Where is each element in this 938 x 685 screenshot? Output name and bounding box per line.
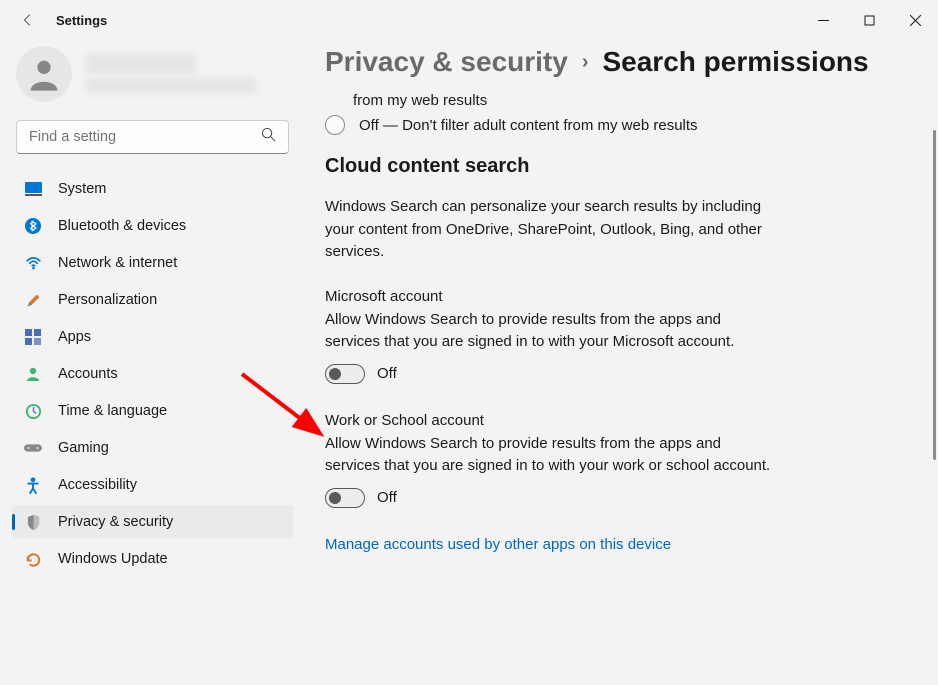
sidebar-item-system[interactable]: System bbox=[12, 172, 293, 206]
nav-label: Privacy & security bbox=[58, 514, 173, 530]
sidebar-item-accounts[interactable]: Accounts bbox=[12, 357, 293, 391]
nav-label: Personalization bbox=[58, 292, 157, 308]
bluetooth-icon bbox=[24, 217, 42, 235]
sidebar-item-accessibility[interactable]: Accessibility bbox=[12, 468, 293, 502]
ms-account-desc: Allow Windows Search to provide results … bbox=[325, 309, 775, 354]
wifi-icon bbox=[24, 254, 42, 272]
app-title: Settings bbox=[56, 13, 107, 28]
manage-accounts-link[interactable]: Manage accounts used by other apps on th… bbox=[325, 536, 898, 553]
sidebar-item-time[interactable]: Time & language bbox=[12, 394, 293, 428]
ws-account-desc: Allow Windows Search to provide results … bbox=[325, 433, 775, 478]
ws-toggle-state: Off bbox=[377, 489, 397, 506]
sidebar-item-gaming[interactable]: Gaming bbox=[12, 431, 293, 465]
update-icon bbox=[24, 550, 42, 568]
nav-list: System Bluetooth & devices Network & int… bbox=[12, 172, 293, 576]
ms-account-title: Microsoft account bbox=[325, 288, 898, 305]
chevron-right-icon: › bbox=[582, 51, 589, 74]
ws-account-toggle[interactable] bbox=[325, 488, 365, 508]
system-icon bbox=[24, 180, 42, 198]
search-icon bbox=[261, 127, 276, 147]
globe-clock-icon bbox=[24, 402, 42, 420]
nav-label: Accounts bbox=[58, 366, 118, 382]
close-button[interactable] bbox=[892, 5, 938, 35]
accessibility-icon bbox=[24, 476, 42, 494]
brush-icon bbox=[24, 291, 42, 309]
shield-icon bbox=[24, 513, 42, 531]
content-area: Privacy & security › Search permissions … bbox=[305, 40, 938, 685]
search-input[interactable] bbox=[16, 120, 289, 154]
radio-off-row[interactable]: Off — Don't filter adult content from my… bbox=[325, 115, 898, 135]
breadcrumb-parent[interactable]: Privacy & security bbox=[325, 46, 568, 78]
profile-block[interactable] bbox=[12, 40, 293, 120]
maximize-button[interactable] bbox=[846, 5, 892, 35]
sidebar-item-network[interactable]: Network & internet bbox=[12, 246, 293, 280]
person-icon bbox=[24, 365, 42, 383]
sidebar-item-update[interactable]: Windows Update bbox=[12, 542, 293, 576]
breadcrumb: Privacy & security › Search permissions bbox=[325, 46, 898, 78]
search-field[interactable] bbox=[29, 129, 261, 145]
ms-toggle-state: Off bbox=[377, 365, 397, 382]
nav-label: Network & internet bbox=[58, 255, 177, 271]
back-button[interactable] bbox=[12, 4, 44, 36]
nav-label: Gaming bbox=[58, 440, 109, 456]
ms-account-toggle[interactable] bbox=[325, 364, 365, 384]
sidebar-item-personalization[interactable]: Personalization bbox=[12, 283, 293, 317]
radio-label: Off — Don't filter adult content from my… bbox=[359, 117, 698, 134]
avatar bbox=[16, 46, 72, 102]
section-cloud-heading: Cloud content search bbox=[325, 155, 898, 178]
nav-label: Accessibility bbox=[58, 477, 137, 493]
sidebar-item-privacy[interactable]: Privacy & security bbox=[12, 505, 293, 539]
title-bar: Settings bbox=[0, 0, 938, 40]
nav-label: System bbox=[58, 181, 106, 197]
profile-name bbox=[86, 50, 289, 98]
cloud-desc: Windows Search can personalize your sear… bbox=[325, 196, 775, 264]
scrollbar[interactable] bbox=[933, 130, 936, 460]
window-controls bbox=[800, 5, 938, 35]
nav-label: Time & language bbox=[58, 403, 167, 419]
nav-label: Apps bbox=[58, 329, 91, 345]
nav-label: Windows Update bbox=[58, 551, 168, 567]
apps-icon bbox=[24, 328, 42, 346]
sidebar-item-bluetooth[interactable]: Bluetooth & devices bbox=[12, 209, 293, 243]
page-title: Search permissions bbox=[602, 46, 868, 78]
sidebar: System Bluetooth & devices Network & int… bbox=[0, 40, 305, 685]
nav-label: Bluetooth & devices bbox=[58, 218, 186, 234]
minimize-button[interactable] bbox=[800, 5, 846, 35]
radio-button[interactable] bbox=[325, 115, 345, 135]
ws-account-title: Work or School account bbox=[325, 412, 898, 429]
partial-text-line: from my web results bbox=[325, 92, 898, 109]
gamepad-icon bbox=[24, 439, 42, 457]
sidebar-item-apps[interactable]: Apps bbox=[12, 320, 293, 354]
